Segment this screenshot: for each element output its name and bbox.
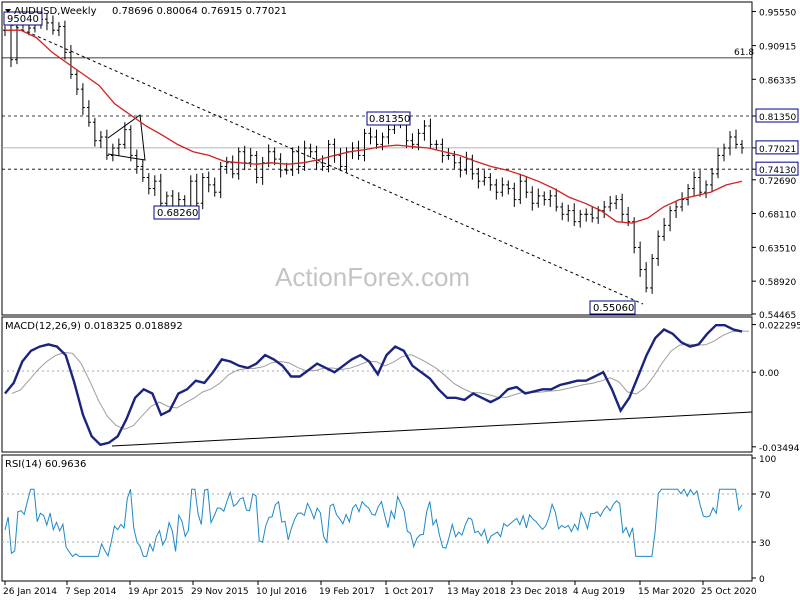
time-tick-label: 26 Jan 2014 [3,587,57,597]
price-tick-label: 0.68110 [759,210,796,220]
ohlc-values: 0.78696 0.80064 0.76915 0.77021 [112,6,287,17]
rsi-title: RSI(14) 60.9636 [5,459,86,470]
price-tick-label: 0.63510 [759,244,796,254]
time-tick-label: 10 Jul 2016 [256,587,307,597]
price-tick-label: 0.77021 [759,145,796,155]
watermark: ActionForex.com [275,262,470,292]
macd-tick-label: 0.022295 [759,322,800,332]
rsi-tick-label: 0 [759,575,765,585]
price-tick-label: 0.72690 [759,177,796,187]
chart-root: ActionForex.com 95040 0.81350 0.68260 0.… [0,0,800,600]
price-header: AUDUSD,Weekly 0.78696 0.80064 0.76915 0.… [5,6,287,17]
price-tick-label: 0.74130 [759,166,796,176]
annotation-081350: 0.81350 [366,111,411,126]
fib-label: 61.8 [734,48,754,58]
rsi-tick-label: 70 [759,491,771,501]
time-tick-label: 29 Nov 2015 [191,587,249,597]
time-tick-label: 13 May 2018 [447,587,506,597]
time-tick-label: 7 Sep 2014 [65,587,117,597]
price-tick-label: 0.81350 [759,113,796,123]
time-tick-label: 19 Apr 2015 [128,587,184,597]
price-tick-label: 0.86335 [759,76,796,86]
price-tick-label: 0.90915 [759,43,796,53]
annotation-068260: 0.68260 [153,205,200,220]
svg-text:0.68260: 0.68260 [157,208,198,219]
rsi-tick-label: 100 [759,455,776,465]
price-tick-label: 0.95550 [759,8,796,18]
time-tick-label: 1 Oct 2017 [384,587,434,597]
annotation-055060: 0.55060 [589,300,636,315]
time-tick-label: 15 Mar 2020 [638,587,695,597]
svg-text:0.81350: 0.81350 [369,114,410,125]
time-tick-label: 19 Feb 2017 [319,587,375,597]
time-tick-label: 25 Oct 2020 [701,587,757,597]
time-tick-label: 4 Aug 2019 [573,587,625,597]
price-tick-label: 0.58920 [759,278,796,288]
rsi-tick-label: 30 [759,539,771,549]
macd-tick-label: 0.00 [759,369,779,379]
price-tick-label: 0.54465 [759,311,796,321]
symbol-title: AUDUSD,Weekly [14,6,97,17]
macd-tick-label: -0.034948 [759,444,800,454]
time-tick-label: 23 Dec 2018 [510,587,568,597]
macd-title: MACD(12,26,9) 0.018325 0.018892 [5,321,183,332]
svg-text:0.55060: 0.55060 [593,303,634,314]
